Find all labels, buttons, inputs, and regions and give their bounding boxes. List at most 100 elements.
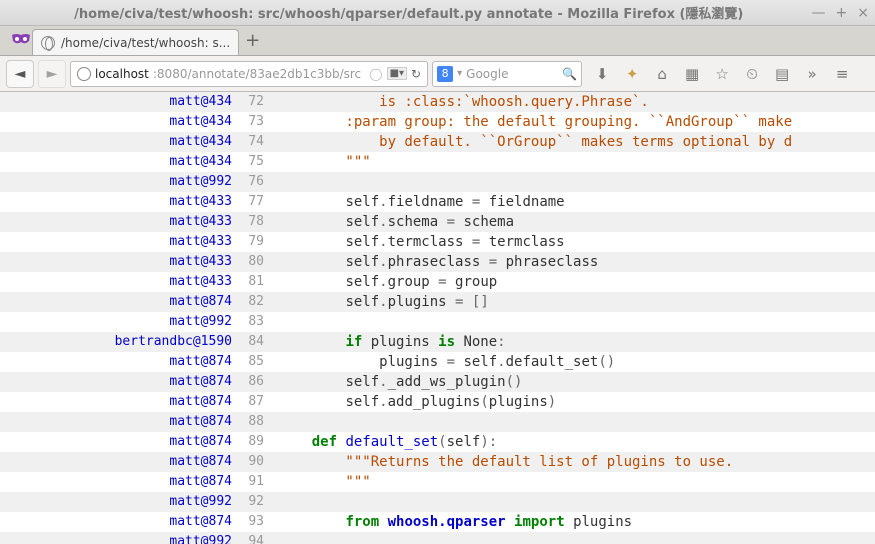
minimize-button[interactable]: — [812,5,826,21]
nav-bar: ◄ ► localhost :8080/annotate/83ae2db1c3bb… [0,56,875,92]
url-bar[interactable]: localhost :8080/annotate/83ae2db1c3bb/src… [70,61,428,87]
code-line: """Returns the default list of plugins t… [270,452,875,472]
line-number[interactable]: 94 [240,532,270,544]
code-line: plugins = self.default_set() [270,352,875,372]
close-button[interactable]: × [857,5,869,21]
code-line [270,172,875,192]
code-line [270,532,875,544]
bookmark-star-icon[interactable]: ☆ [712,65,732,83]
code-line: def default_set(self): [270,432,875,452]
line-number[interactable]: 88 [240,412,270,432]
author-link[interactable]: matt@874 [0,452,240,472]
code-row: matt@43381 self.group = group [0,272,875,292]
code-line: self.add_plugins(plugins) [270,392,875,412]
overflow-icon[interactable]: » [802,65,822,83]
author-link[interactable]: matt@874 [0,372,240,392]
code-row: matt@87487 self.add_plugins(plugins) [0,392,875,412]
line-number[interactable]: 84 [240,332,270,352]
toolbar: ⬇ ✦ ⌂ ▦ ☆ ⏲ ▤ » ≡ [592,65,852,83]
author-link[interactable]: matt@874 [0,352,240,372]
code-line: is :class:`whoosh.query.Phrase`. [270,92,875,112]
search-icon[interactable]: 🔍 [562,67,577,81]
line-number[interactable]: 79 [240,232,270,252]
author-link[interactable]: matt@992 [0,172,240,192]
line-number[interactable]: 78 [240,212,270,232]
line-number[interactable]: 81 [240,272,270,292]
line-number[interactable]: 73 [240,112,270,132]
author-link[interactable]: matt@433 [0,192,240,212]
author-link[interactable]: matt@433 [0,212,240,232]
reload-button[interactable]: ↻ [411,67,421,81]
author-link[interactable]: matt@874 [0,292,240,312]
line-number[interactable]: 89 [240,432,270,452]
author-link[interactable]: matt@433 [0,232,240,252]
code-row: matt@99283 [0,312,875,332]
line-number[interactable]: 83 [240,312,270,332]
code-row: matt@43378 self.schema = schema [0,212,875,232]
line-number[interactable]: 93 [240,512,270,532]
author-link[interactable]: bertrandbc@1590 [0,332,240,352]
history-icon[interactable]: ⏲ [742,65,762,83]
downloads-icon[interactable]: ⬇ [592,65,612,83]
menu-icon[interactable]: ≡ [832,65,852,83]
line-number[interactable]: 90 [240,452,270,472]
tiles-icon[interactable]: ▦ [682,65,702,83]
code-line: self.plugins = [] [270,292,875,312]
bookmark-dropdown-icon[interactable]: ■▾ [387,67,407,80]
code-line: self.group = group [270,272,875,292]
line-number[interactable]: 75 [240,152,270,172]
code-row: matt@87482 self.plugins = [] [0,292,875,312]
author-link[interactable]: matt@874 [0,412,240,432]
tab-label: /home/civa/test/whoosh: s... [61,36,230,50]
line-number[interactable]: 77 [240,192,270,212]
author-link[interactable]: matt@874 [0,472,240,492]
search-bar[interactable]: 8 ▾ Google 🔍 [432,61,582,87]
reader-mode-icon[interactable]: ◯ [369,67,382,81]
author-link[interactable]: matt@874 [0,392,240,412]
code-row: matt@43475 """ [0,152,875,172]
code-row: matt@87493 from whoosh.qparser import pl… [0,512,875,532]
author-link[interactable]: matt@992 [0,312,240,332]
code-row: matt@87488 [0,412,875,432]
url-path: :8080/annotate/83ae2db1c3bb/src [153,67,361,81]
code-row: matt@99294 [0,532,875,544]
tab-bar: /home/civa/test/whoosh: s... + [0,26,875,56]
line-number[interactable]: 91 [240,472,270,492]
author-link[interactable]: matt@434 [0,92,240,112]
author-link[interactable]: matt@434 [0,152,240,172]
annotate-view[interactable]: matt@43472 is :class:`whoosh.query.Phras… [0,92,875,544]
code-row: matt@87489 def default_set(self): [0,432,875,452]
code-line: :param group: the default grouping. ``An… [270,112,875,132]
url-host: localhost [95,67,149,81]
line-number[interactable]: 87 [240,392,270,412]
line-number[interactable]: 85 [240,352,270,372]
line-number[interactable]: 82 [240,292,270,312]
author-link[interactable]: matt@433 [0,272,240,292]
maximize-button[interactable]: + [836,5,848,21]
line-number[interactable]: 92 [240,492,270,512]
code-line: self.phraseclass = phraseclass [270,252,875,272]
code-line: from whoosh.qparser import plugins [270,512,875,532]
forward-button[interactable]: ► [38,60,66,88]
browser-tab[interactable]: /home/civa/test/whoosh: s... [32,29,239,55]
line-number[interactable]: 72 [240,92,270,112]
author-link[interactable]: matt@992 [0,492,240,512]
library-icon[interactable]: ▤ [772,65,792,83]
code-row: matt@87490 """Returns the default list o… [0,452,875,472]
author-link[interactable]: matt@434 [0,112,240,132]
home-icon[interactable]: ⌂ [652,65,672,83]
line-number[interactable]: 76 [240,172,270,192]
author-link[interactable]: matt@992 [0,532,240,544]
author-link[interactable]: matt@434 [0,132,240,152]
back-button[interactable]: ◄ [6,60,34,88]
author-link[interactable]: matt@874 [0,432,240,452]
line-number[interactable]: 86 [240,372,270,392]
author-link[interactable]: matt@433 [0,252,240,272]
line-number[interactable]: 80 [240,252,270,272]
window-buttons: — + × [812,5,869,21]
line-number[interactable]: 74 [240,132,270,152]
author-link[interactable]: matt@874 [0,512,240,532]
new-tab-button[interactable]: + [245,30,260,55]
code-line: if plugins is None: [270,332,875,352]
addon-icon[interactable]: ✦ [622,65,642,83]
